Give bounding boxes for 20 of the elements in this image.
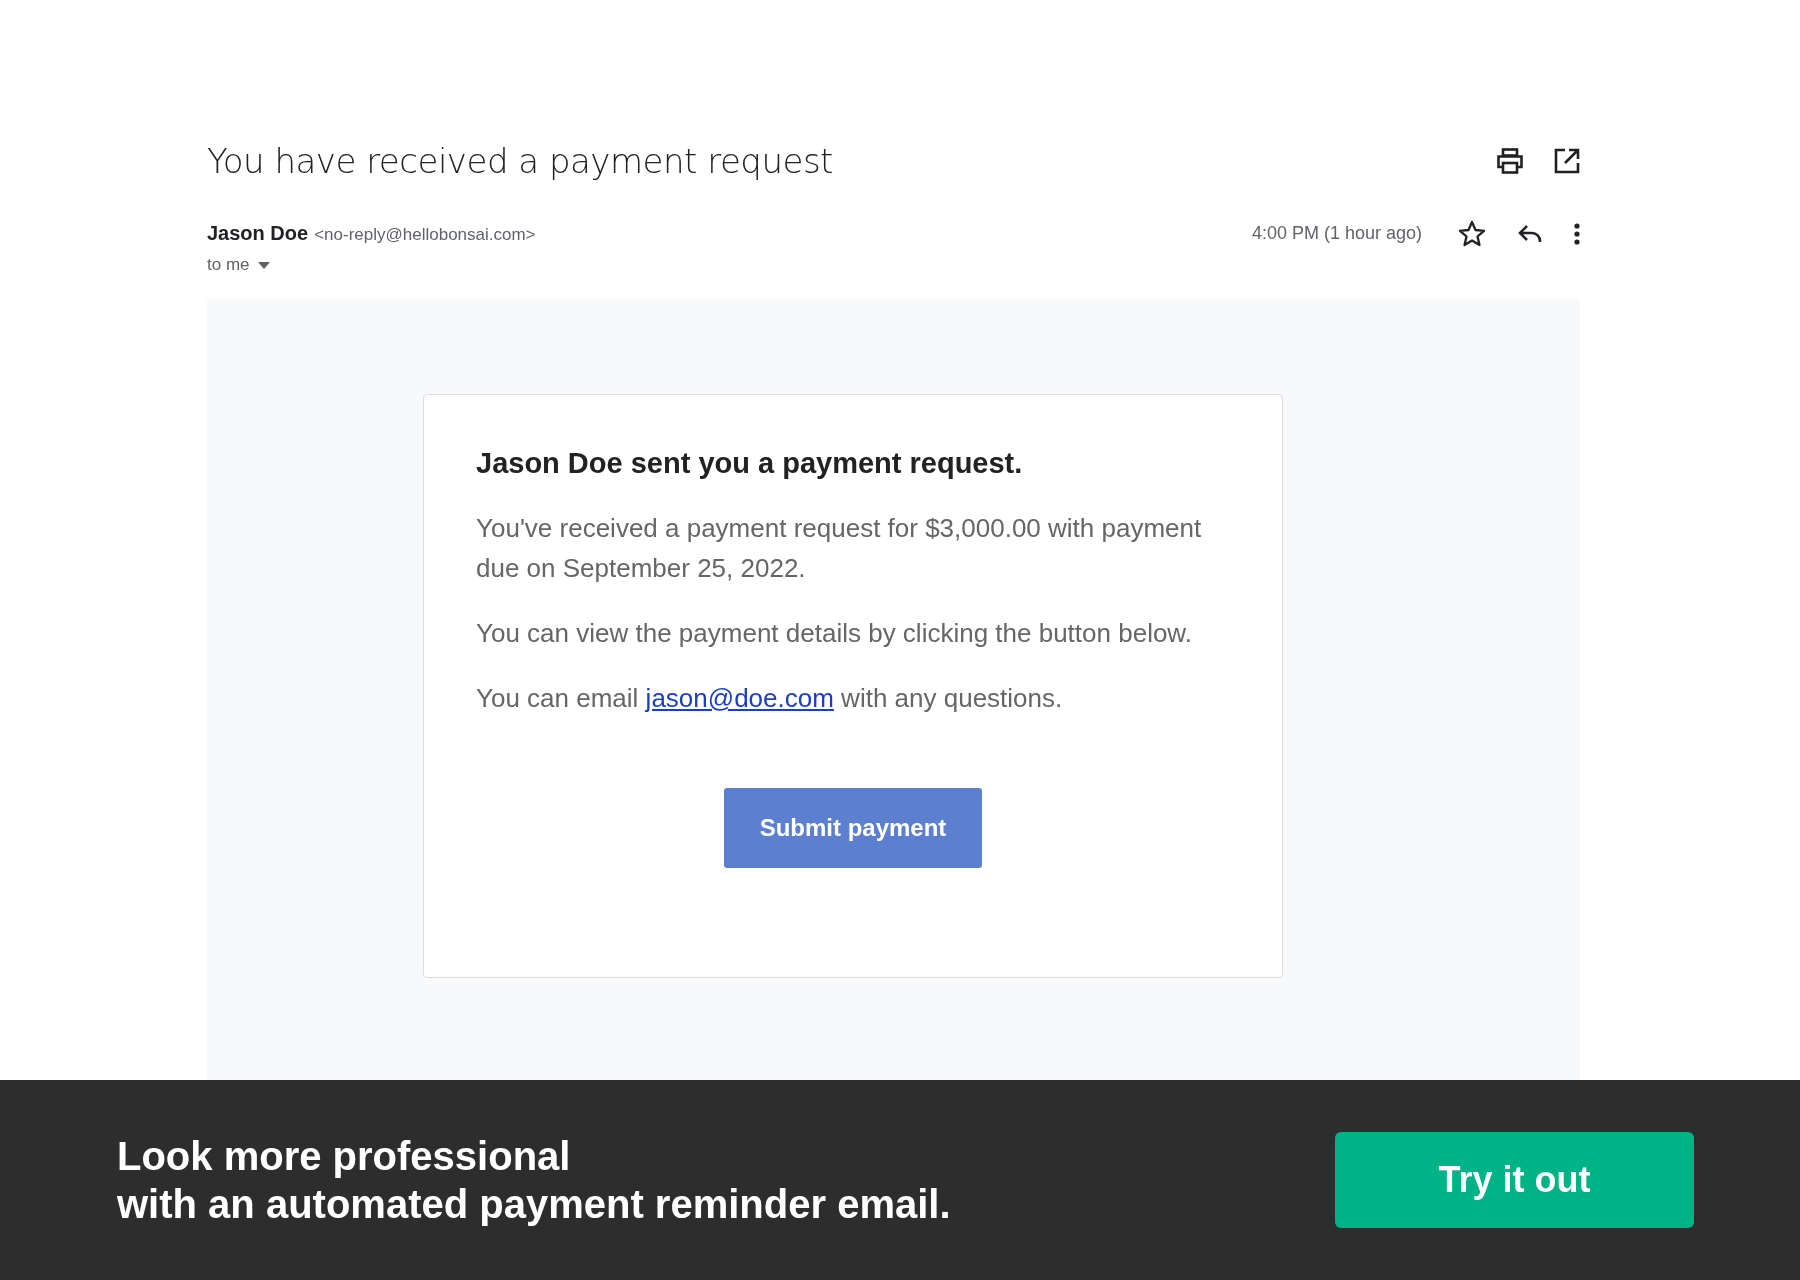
sender-address: <no-reply@hellobonsai.com> [314, 225, 536, 245]
open-new-window-icon[interactable] [1554, 148, 1580, 174]
submit-payment-button[interactable]: Submit payment [724, 788, 982, 868]
promo-text: with an automated payment reminder email. [117, 1181, 951, 1228]
reply-icon[interactable] [1518, 223, 1542, 244]
star-icon[interactable] [1458, 220, 1486, 247]
message-paragraph: You can view the payment details by clicking the button below. [476, 617, 1193, 650]
try-it-out-button[interactable]: Try it out [1335, 1132, 1694, 1228]
recipient-label: to me [207, 255, 250, 275]
sender-name: Jason Doe [207, 222, 309, 245]
dropdown-caret-icon[interactable] [257, 261, 270, 269]
message-paragraph: You can email jason@doe.com with any questions. [476, 682, 1064, 715]
email-time: 4:00 PM (1 hour ago) [1251, 223, 1422, 244]
print-icon[interactable] [1496, 148, 1524, 174]
message-paragraph: You've received a payment request for $3,000.00 with payment due on September 25, 2022. [476, 512, 1203, 585]
email-subject: You have received a payment request [207, 141, 833, 181]
promo-text: Look more professional [117, 1133, 572, 1180]
message-heading: Jason Doe sent you a payment request. [476, 447, 1024, 480]
more-icon[interactable] [1574, 222, 1580, 245]
email-link[interactable]: jason@doe.com [645, 683, 834, 713]
